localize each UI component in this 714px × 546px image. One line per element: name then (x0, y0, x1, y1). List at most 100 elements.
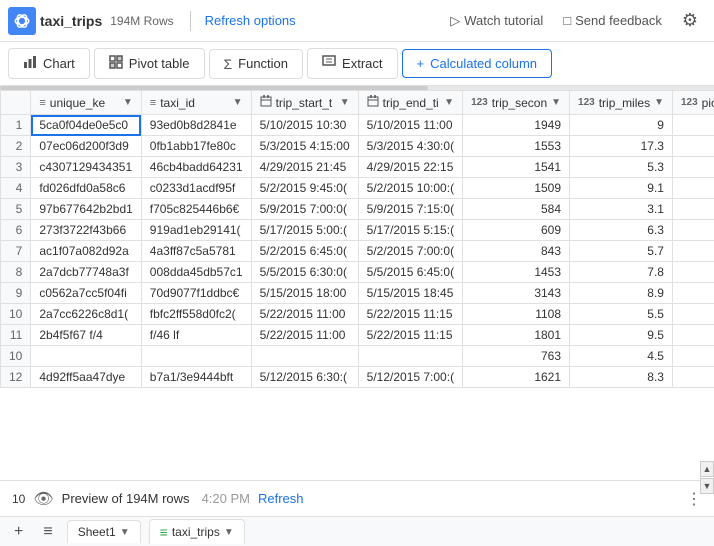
trip-end-cell[interactable]: 5/15/2015 18:45 (358, 283, 462, 304)
trip-sec-cell[interactable]: 1801 (463, 325, 570, 346)
unique-key-cell[interactable]: 2a7cc6226c8d1( (31, 304, 141, 325)
col-header-trip_end[interactable]: trip_end_ti ▼ (358, 91, 462, 115)
calculated-column-button[interactable]: + Calculated column (402, 49, 553, 78)
filter-icon[interactable]: ▼ (123, 97, 133, 108)
row-number[interactable]: 10 (1, 304, 31, 325)
filter-icon[interactable]: ▼ (654, 97, 664, 108)
trip-start-cell[interactable]: 5/10/2015 10:30 (251, 115, 358, 136)
trip-start-cell[interactable]: 5/2/2015 6:45:0( (251, 241, 358, 262)
trip-miles-cell[interactable]: 5.3 (570, 157, 673, 178)
refresh-button[interactable]: Refresh (258, 491, 304, 506)
row-number[interactable]: 8 (1, 262, 31, 283)
trip-start-cell[interactable] (251, 346, 358, 367)
pickup-cell[interactable] (672, 262, 714, 283)
trip-sec-cell[interactable]: 1509 (463, 178, 570, 199)
trip-end-cell[interactable]: 5/12/2015 7:00:( (358, 367, 462, 388)
trip-start-cell[interactable]: 5/3/2015 4:15:00 (251, 136, 358, 157)
col-header-trip_sec[interactable]: 123 trip_secon ▼ (463, 91, 570, 115)
pickup-cell[interactable] (672, 325, 714, 346)
col-header-trip_miles[interactable]: 123 trip_miles ▼ (570, 91, 673, 115)
trip-sec-cell[interactable]: 1453 (463, 262, 570, 283)
trip-miles-cell[interactable]: 5.7 (570, 241, 673, 262)
pickup-cell[interactable] (672, 283, 714, 304)
unique-key-cell[interactable]: 5ca0f04de0e5c0 (31, 115, 141, 136)
row-number[interactable]: 2 (1, 136, 31, 157)
taxi-id-cell[interactable]: 70d9077f1ddbc€ (141, 283, 251, 304)
scroll-up-button[interactable]: ▲ (700, 461, 714, 477)
pickup-cell[interactable] (672, 199, 714, 220)
filter-icon[interactable]: ▼ (233, 97, 243, 108)
trip-start-cell[interactable]: 5/12/2015 6:30:( (251, 367, 358, 388)
trip-sec-cell[interactable]: 763 (463, 346, 570, 367)
refresh-options-button[interactable]: Refresh options (201, 9, 300, 32)
trip-miles-cell[interactable]: 9.1 (570, 178, 673, 199)
pickup-cell[interactable] (672, 157, 714, 178)
trip-start-cell[interactable]: 5/5/2015 6:30:0( (251, 262, 358, 283)
pickup-cell[interactable] (672, 136, 714, 157)
trip-start-cell[interactable]: 5/15/2015 18:00 (251, 283, 358, 304)
trip-miles-cell[interactable]: 7.8 (570, 262, 673, 283)
watch-tutorial-button[interactable]: ▷ Watch tutorial (442, 9, 551, 33)
taxi-id-cell[interactable] (141, 346, 251, 367)
trip-miles-cell[interactable]: 6.3 (570, 220, 673, 241)
taxi-id-cell[interactable]: b7a1/3e9444bft (141, 367, 251, 388)
trip-end-cell[interactable]: 5/5/2015 6:45:0( (358, 262, 462, 283)
unique-key-cell[interactable]: 97b677642b2bd1 (31, 199, 141, 220)
taxi-id-cell[interactable]: fbfc2ff558d0fc2( (141, 304, 251, 325)
function-button[interactable]: Σ Function (209, 49, 304, 79)
pickup-cell[interactable] (672, 178, 714, 199)
trip-sec-cell[interactable]: 3143 (463, 283, 570, 304)
taxi-id-cell[interactable]: 0fb1abb17fe80c (141, 136, 251, 157)
chart-button[interactable]: Chart (8, 48, 90, 79)
trip-start-cell[interactable]: 4/29/2015 21:45 (251, 157, 358, 178)
trip-start-cell[interactable]: 5/22/2015 11:00 (251, 325, 358, 346)
trip-miles-cell[interactable]: 8.3 (570, 367, 673, 388)
scroll-down-button[interactable]: ▼ (700, 478, 714, 494)
pickup-cell[interactable] (672, 346, 714, 367)
trip-miles-cell[interactable]: 17.3 (570, 136, 673, 157)
trip-miles-cell[interactable]: 3.1 (570, 199, 673, 220)
pickup-cell[interactable] (672, 115, 714, 136)
taxi-id-cell[interactable]: 919ad1eb29141( (141, 220, 251, 241)
unique-key-cell[interactable]: 4d92ff5aa47dye (31, 367, 141, 388)
trip-miles-cell[interactable]: 9.5 (570, 325, 673, 346)
taxi-id-cell[interactable]: 93ed0b8d2841e (141, 115, 251, 136)
taxi-id-cell[interactable]: 4a3ff87c5a5781 (141, 241, 251, 262)
trip-sec-cell[interactable]: 1541 (463, 157, 570, 178)
trip-end-cell[interactable] (358, 346, 462, 367)
settings-button[interactable]: ⚙ (674, 6, 706, 35)
taxi-id-cell[interactable]: 008dda45db57c1 (141, 262, 251, 283)
trip-end-cell[interactable]: 5/2/2015 10:00:( (358, 178, 462, 199)
trip-start-cell[interactable]: 5/22/2015 11:00 (251, 304, 358, 325)
unique-key-cell[interactable]: 273f3722f43b66 (31, 220, 141, 241)
pickup-cell[interactable] (672, 220, 714, 241)
row-number[interactable]: 11 (1, 325, 31, 346)
trip-miles-cell[interactable]: 5.5 (570, 304, 673, 325)
unique-key-cell[interactable]: 2b4f5f67 f/4 (31, 325, 141, 346)
pickup-cell[interactable] (672, 241, 714, 262)
taxi-id-cell[interactable]: f/46 lf (141, 325, 251, 346)
trip-sec-cell[interactable]: 1108 (463, 304, 570, 325)
row-number[interactable]: 9 (1, 283, 31, 304)
extract-button[interactable]: Extract (307, 48, 397, 79)
sheet1-tab[interactable]: Sheet1 ▼ (67, 520, 141, 543)
trip-start-cell[interactable]: 5/17/2015 5:00:( (251, 220, 358, 241)
unique-key-cell[interactable]: 07ec06d200f3d9 (31, 136, 141, 157)
trip-sec-cell[interactable]: 843 (463, 241, 570, 262)
trip-end-cell[interactable]: 5/10/2015 11:00 (358, 115, 462, 136)
trip-end-cell[interactable]: 5/2/2015 7:00:0( (358, 241, 462, 262)
row-number[interactable]: 3 (1, 157, 31, 178)
data-table-container[interactable]: ≡ unique_ke ▼ ≡ taxi_id ▼ (0, 90, 714, 480)
filter-icon[interactable]: ▼ (340, 97, 350, 108)
trip-sec-cell[interactable]: 1621 (463, 367, 570, 388)
trip-end-cell[interactable]: 5/22/2015 11:15 (358, 304, 462, 325)
col-header-taxi_id[interactable]: ≡ taxi_id ▼ (141, 91, 251, 115)
send-feedback-button[interactable]: □ Send feedback (555, 9, 670, 32)
taxi-id-cell[interactable]: f705c825446b6€ (141, 199, 251, 220)
filter-icon[interactable]: ▼ (444, 97, 454, 108)
pickup-cell[interactable] (672, 304, 714, 325)
trip-end-cell[interactable]: 5/17/2015 5:15:( (358, 220, 462, 241)
trip-miles-cell[interactable]: 4.5 (570, 346, 673, 367)
row-number[interactable]: 5 (1, 199, 31, 220)
taxi-id-cell[interactable]: c0233d1acdf95f (141, 178, 251, 199)
